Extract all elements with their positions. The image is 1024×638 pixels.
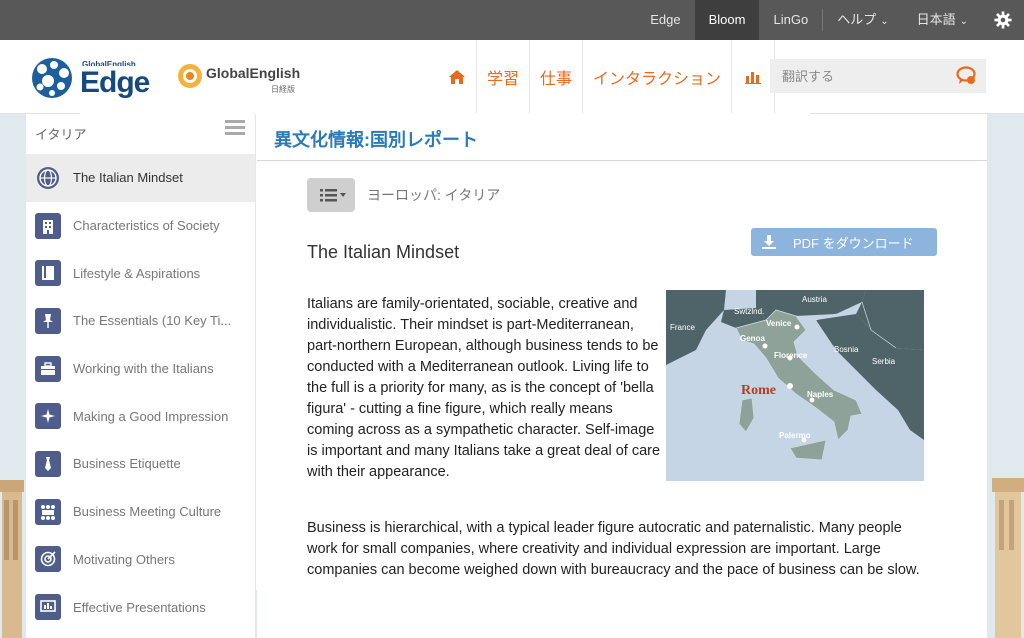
translate-search <box>770 59 986 93</box>
pin-icon <box>35 307 61 334</box>
pdf-download-button[interactable]: PDF をダウンロード <box>751 228 937 256</box>
sidebar-item-label: Motivating Others <box>73 551 175 567</box>
sunburst-logo-icon <box>178 64 202 88</box>
paragraph: Italians are family-orientated, sociable… <box>307 296 661 480</box>
sparkle-icon <box>35 403 61 430</box>
sidebar-item-label: Lifestyle & Aspirations <box>73 265 201 281</box>
sidebar-item-label: Business Etiquette <box>73 456 181 472</box>
top-bar: Edge Bloom LinGo ヘルプ ⌄ 日本語 ⌄ <box>0 0 1024 40</box>
sidebar-item-label: Making a Good Impression <box>73 408 229 424</box>
map-label-austria: Austria <box>802 295 827 304</box>
gear-icon <box>994 11 1012 29</box>
map-label-genoa: Genoa <box>740 334 765 343</box>
sidebar-item-meeting[interactable]: Business Meeting Culture <box>26 488 255 536</box>
target-icon <box>35 546 61 573</box>
decorative-landmark-right <box>992 478 1024 638</box>
nav-interaction[interactable]: インタラクション <box>582 40 731 113</box>
chevron-down-icon: ⌄ <box>959 16 968 27</box>
sidebar-item-label: Effective Presentations <box>73 599 206 615</box>
translate-input[interactable] <box>770 59 950 93</box>
help-label: ヘルプ <box>837 12 877 27</box>
bar-chart-icon <box>745 71 762 84</box>
translate-bubble-icon <box>956 66 976 84</box>
top-link-bloom[interactable]: Bloom <box>694 0 760 40</box>
sidebar-item-motivating[interactable]: Motivating Others <box>26 536 255 584</box>
map-label-naples: Naples <box>807 390 834 399</box>
sidebar-item-label: Working with the Italians <box>73 361 214 377</box>
map-label-bosnia: Bosnia <box>834 345 859 354</box>
divider <box>257 160 987 161</box>
header: GlobalEnglish Edge GlobalEnglish 日経版 学習 … <box>0 40 1024 590</box>
paragraph: Business is hierarchical, with a typical… <box>307 520 920 578</box>
map-label-rome: Rome <box>741 383 776 398</box>
home-icon <box>449 69 465 84</box>
logo2-subtitle: 日経版 <box>271 85 295 94</box>
map-label-venice: Venice <box>766 319 792 328</box>
top-link-lingo[interactable]: LinGo <box>759 0 822 40</box>
tie-icon <box>35 450 61 477</box>
main-nav: 学習 仕事 インタラクション <box>438 40 776 113</box>
sidebar-item-label: The Italian Mindset <box>73 170 183 186</box>
page-title: 異文化情報:国別レポート <box>274 130 478 150</box>
content-panel: 異文化情報:国別レポート ヨーロッパ: イタリア PDF をダウンロード The… <box>257 114 987 638</box>
sidebar: イタリア The Italian Mindset Characteristics… <box>26 114 256 638</box>
sidebar-item-impression[interactable]: Making a Good Impression <box>26 392 255 440</box>
download-icon <box>762 235 776 249</box>
sidebar-header: イタリア <box>26 114 255 154</box>
section-heading: The Italian Mindset <box>307 242 460 262</box>
list-dropdown-icon <box>320 189 346 202</box>
pdf-download-label: PDF をダウンロード <box>793 235 914 251</box>
sidebar-item-label: The Essentials (10 Key Ti... <box>73 313 232 329</box>
sidebar-item-label: Characteristics of Society <box>73 218 220 234</box>
table-of-contents-button[interactable] <box>307 178 355 212</box>
language-menu[interactable]: 日本語 ⌄ <box>903 0 982 40</box>
top-link-edge[interactable]: Edge <box>636 0 694 40</box>
briefcase-icon <box>35 355 61 382</box>
logo2-name: GlobalEnglish <box>206 65 301 81</box>
globalenglish-logo[interactable]: GlobalEnglish 日経版 <box>176 62 306 98</box>
book-icon <box>35 260 61 287</box>
sidebar-item-label: Business Meeting Culture <box>73 504 222 520</box>
language-label: 日本語 <box>916 12 956 27</box>
map-label-france: France <box>670 323 695 332</box>
sidebar-item-italian-mindset[interactable]: The Italian Mindset <box>26 154 255 202</box>
nav-progress[interactable] <box>731 40 776 113</box>
edge-logo[interactable]: GlobalEnglish Edge <box>28 55 810 590</box>
nav-learning[interactable]: 学習 <box>476 40 529 113</box>
sidebar-title: イタリア <box>35 127 87 142</box>
presentation-icon <box>35 594 61 621</box>
italy-map-image: Austria Swtzlnd. France Venice Genoa Flo… <box>666 290 924 481</box>
globe-logo-icon <box>32 58 72 98</box>
top-links: Edge Bloom LinGo ヘルプ ⌄ 日本語 ⌄ <box>636 0 1024 40</box>
sidebar-item-characteristics[interactable]: Characteristics of Society <box>26 202 255 250</box>
map-label-switzerland: Swtzlnd. <box>734 307 764 316</box>
hamburger-menu-icon[interactable] <box>225 119 245 135</box>
sidebar-item-etiquette[interactable]: Business Etiquette <box>26 440 255 488</box>
sidebar-item-working[interactable]: Working with the Italians <box>26 345 255 393</box>
translate-button[interactable] <box>956 66 978 86</box>
sidebar-item-lifestyle[interactable]: Lifestyle & Aspirations <box>26 249 255 297</box>
building-icon <box>35 212 61 239</box>
sidebar-item-essentials[interactable]: The Essentials (10 Key Ti... <box>26 297 255 345</box>
sidebar-item-presentations[interactable]: Effective Presentations <box>26 583 255 631</box>
meeting-icon <box>35 498 61 525</box>
map-label-florence: Florence <box>774 351 808 360</box>
map-label-serbia: Serbia <box>872 357 896 366</box>
map-label-palermo: Palermo <box>779 431 811 440</box>
chevron-down-icon: ⌄ <box>880 16 889 27</box>
nav-home[interactable] <box>438 40 476 113</box>
nav-work[interactable]: 仕事 <box>529 40 582 113</box>
globe-icon <box>35 165 61 191</box>
decorative-landmark-left <box>0 480 24 638</box>
help-menu[interactable]: ヘルプ ⌄ <box>823 0 902 40</box>
breadcrumb: ヨーロッパ: イタリア <box>367 187 501 203</box>
settings-button[interactable] <box>982 0 1024 40</box>
